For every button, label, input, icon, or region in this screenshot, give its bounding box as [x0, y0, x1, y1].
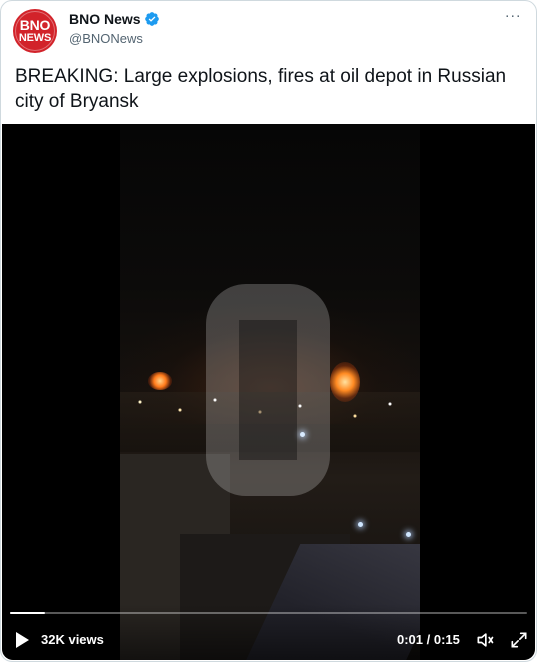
video-frame: [120, 124, 420, 660]
fire-glow-right: [330, 362, 360, 402]
watermark-logo: [206, 284, 330, 496]
view-count: 32K views: [41, 632, 104, 647]
author-handle[interactable]: @BNONews: [69, 31, 160, 46]
video-player[interactable]: 32K views 0:01 / 0:15: [2, 124, 535, 660]
display-name[interactable]: BNO News: [69, 11, 141, 27]
play-icon[interactable]: [14, 631, 30, 649]
progress-bar[interactable]: [10, 612, 527, 614]
avatar[interactable]: BNO NEWS: [13, 9, 57, 53]
avatar-logo-text-bottom: NEWS: [18, 32, 52, 44]
progress-bar-fill: [10, 612, 45, 614]
volume-muted-icon[interactable]: [475, 630, 495, 650]
verified-badge-icon: [144, 11, 160, 27]
watermark-logo-inner: [239, 320, 297, 460]
street-light: [358, 522, 363, 527]
street-light: [406, 532, 411, 537]
fullscreen-icon[interactable]: [509, 630, 529, 650]
tweet-card[interactable]: BNO NEWS BNO News @BNONews ··· BREAKING:…: [0, 0, 537, 662]
tweet-text: BREAKING: Large explosions, fires at oil…: [15, 66, 507, 112]
author-names: BNO News @BNONews: [69, 10, 160, 46]
display-name-row: BNO News: [69, 10, 160, 28]
tweet-header: BNO NEWS BNO News @BNONews ···: [13, 8, 528, 53]
time-readout: 0:01 / 0:15: [397, 632, 460, 647]
avatar-logo-text-top: BNO: [19, 17, 51, 33]
more-options-icon[interactable]: ···: [500, 8, 526, 29]
fire-glow-left: [148, 372, 172, 390]
